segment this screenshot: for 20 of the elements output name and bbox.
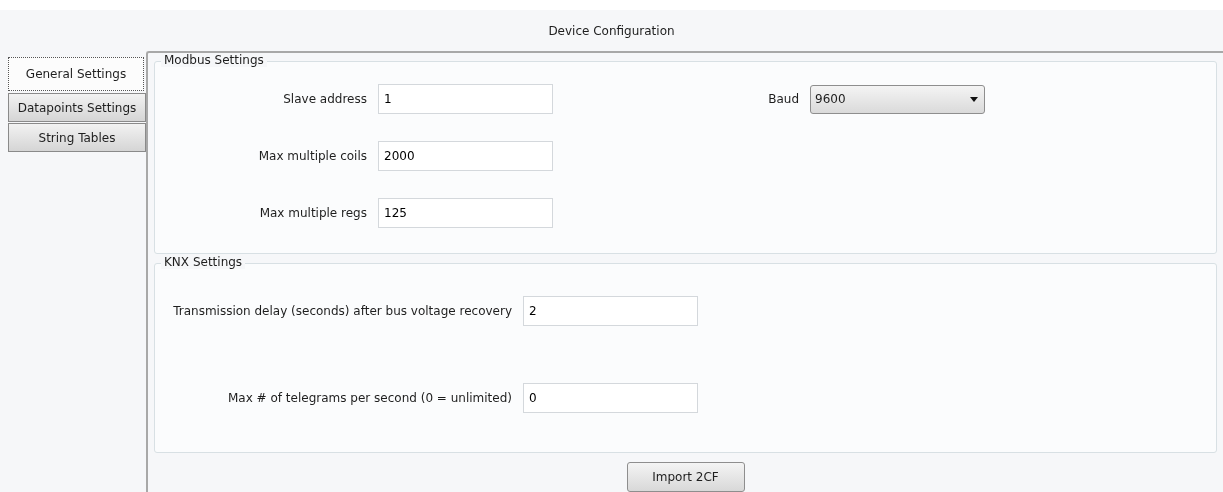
window-title: Device Configuration: [547, 22, 676, 40]
field-label: Max multiple coils: [257, 149, 367, 163]
tab[interactable]: Datapoints Settings: [8, 93, 146, 122]
tab[interactable]: General Settings: [8, 57, 144, 91]
field-label: Slave address: [282, 92, 367, 106]
input-field[interactable]: 2: [523, 296, 698, 326]
group-title: KNX Settings: [161, 255, 246, 269]
input-field[interactable]: 0: [523, 383, 698, 413]
caret-icon: [970, 96, 978, 102]
input-field[interactable]: 2000: [378, 141, 553, 171]
group-title: Modbus Settings: [161, 53, 267, 67]
import-button[interactable]: Import 2CF: [626, 462, 745, 492]
input-field[interactable]: 125: [378, 198, 553, 228]
field-label: Max # of telegrams per second (0 = unlimited): [227, 391, 512, 405]
tab[interactable]: String Tables: [8, 123, 146, 152]
field-label: Transmission delay (seconds) after bus voltage recovery: [172, 304, 512, 318]
field-label: Max multiple regs: [258, 206, 367, 220]
field-label: Baud: [767, 92, 799, 106]
dropdown[interactable]: 9600: [810, 84, 985, 114]
input-field[interactable]: 1: [378, 84, 553, 114]
